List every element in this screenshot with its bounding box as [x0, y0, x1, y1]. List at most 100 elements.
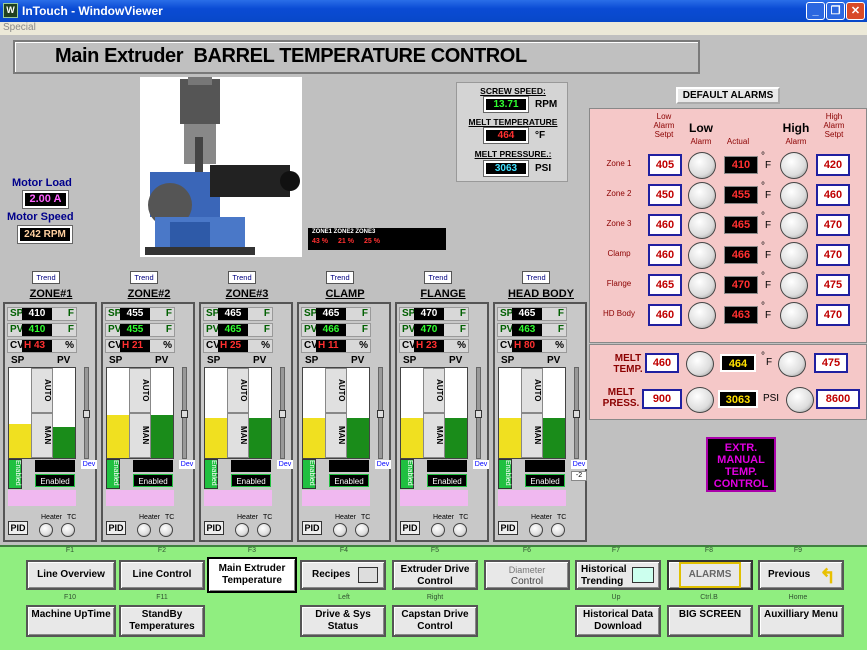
enabled-side-toggle[interactable]: Enabled — [204, 459, 218, 489]
pid-button[interactable]: PID — [204, 521, 224, 535]
auxilliary-menu-button[interactable]: Auxilliary Menu — [758, 605, 844, 637]
close-button[interactable]: ✕ — [846, 2, 865, 20]
low-alarm-light — [688, 152, 716, 179]
sp-value[interactable]: 465 — [316, 308, 346, 320]
recipes-button[interactable]: Recipes — [300, 560, 386, 590]
auto-button[interactable]: AUTO — [227, 368, 249, 413]
man-button[interactable]: MAN — [325, 413, 347, 458]
capstan-drive-control-button[interactable]: Capstan Drive Control — [392, 605, 478, 637]
extr-manual-temp-control-button[interactable]: EXTR. MANUAL TEMP. CONTROL — [706, 437, 776, 492]
pid-button[interactable]: PID — [302, 521, 322, 535]
enabled-status[interactable]: Enabled — [427, 474, 467, 487]
auto-button[interactable]: AUTO — [325, 368, 347, 413]
zone2-output: 21 % — [338, 238, 354, 245]
enabled-side-toggle[interactable]: Enabled — [106, 459, 120, 489]
enabled-status[interactable]: Enabled — [525, 474, 565, 487]
fkey-f7: F7 — [611, 547, 621, 554]
pid-button[interactable]: PID — [8, 521, 28, 535]
auto-button[interactable]: AUTO — [31, 368, 53, 413]
man-button[interactable]: MAN — [423, 413, 445, 458]
low-header: Low — [689, 121, 713, 135]
low-alarm-setpoint[interactable]: 405 — [648, 154, 682, 176]
low-alarm-setpoint[interactable]: 465 — [648, 274, 682, 296]
man-button[interactable]: MAN — [129, 413, 151, 458]
tc-label: TC — [557, 514, 567, 521]
sp-value[interactable]: 470 — [414, 308, 444, 320]
diameter-control-button[interactable]: Diameter Control — [484, 560, 570, 590]
low-alarm-setpoint[interactable]: 460 — [648, 244, 682, 266]
historical-data-download-button[interactable]: Historical Data Download — [575, 605, 661, 637]
maximize-button[interactable]: ❐ — [826, 2, 845, 20]
sp-value[interactable]: 410 — [22, 308, 52, 320]
output-slider[interactable] — [573, 367, 580, 459]
pid-button[interactable]: PID — [106, 521, 126, 535]
output-slider[interactable] — [475, 367, 482, 459]
trend-button[interactable]: Trend — [424, 271, 452, 284]
alarms-button[interactable]: ALARMS — [667, 560, 753, 590]
big-screen-button[interactable]: BIG SCREEN — [667, 605, 753, 637]
cv-unit: % — [555, 340, 564, 351]
high-alarm-setpoint[interactable]: 475 — [816, 274, 850, 296]
high-alarm-setpoint[interactable]: 420 — [816, 154, 850, 176]
pid-button[interactable]: PID — [400, 521, 420, 535]
low-alarm-setpoint[interactable]: 460 — [648, 304, 682, 326]
auto-button[interactable]: AUTO — [423, 368, 445, 413]
output-slider[interactable] — [181, 367, 188, 459]
auto-button[interactable]: AUTO — [521, 368, 543, 413]
man-button[interactable]: MAN — [521, 413, 543, 458]
sp-value[interactable]: 465 — [512, 308, 542, 320]
trend-button[interactable]: Trend — [228, 271, 256, 284]
alarm-strip — [204, 490, 272, 506]
menu-special[interactable]: Special — [3, 22, 36, 33]
melt-temp-low-setpt[interactable]: 460 — [645, 353, 679, 373]
enabled-side-toggle[interactable]: Enabled — [302, 459, 316, 489]
low-alarm-setpoint[interactable]: 460 — [648, 214, 682, 236]
trend-button[interactable]: Trend — [32, 271, 60, 284]
pid-button[interactable]: PID — [498, 521, 518, 535]
line-control-button[interactable]: Line Control — [119, 560, 205, 590]
high-alarm-setpoint[interactable]: 470 — [816, 214, 850, 236]
enabled-status[interactable]: Enabled — [231, 474, 271, 487]
trend-button[interactable]: Trend — [130, 271, 158, 284]
melt-press-low-alarm-light — [686, 387, 714, 413]
enabled-side-toggle[interactable]: Enabled — [400, 459, 414, 489]
sp-value[interactable]: 465 — [218, 308, 248, 320]
enabled-status[interactable]: Enabled — [329, 474, 369, 487]
low-alarm-setpoint[interactable]: 450 — [648, 184, 682, 206]
machine-uptime-button[interactable]: Machine UpTime — [26, 605, 116, 637]
high-alarm-setpoint[interactable]: 470 — [816, 244, 850, 266]
melt-temp-high-setpt[interactable]: 475 — [814, 353, 848, 373]
output-slider[interactable] — [279, 367, 286, 459]
enabled-status[interactable]: Enabled — [133, 474, 173, 487]
default-alarms-button[interactable]: DEFAULT ALARMS — [676, 87, 780, 104]
melt-press-low-setpt[interactable]: 900 — [642, 389, 682, 409]
output-slider[interactable] — [83, 367, 90, 459]
sp-unit: F — [165, 308, 172, 319]
cv-row: CV H 25% — [203, 339, 273, 353]
unit-f: F — [764, 250, 772, 261]
sp-bar — [107, 414, 129, 458]
enabled-side-toggle[interactable]: Enabled — [498, 459, 512, 489]
previous-button[interactable]: Previous ↰ — [758, 560, 844, 590]
historical-trending-button[interactable]: Historical Trending — [575, 560, 661, 590]
main-extruder-temperature-button[interactable]: Main Extruder Temperature — [207, 557, 297, 593]
high-alarm-setpoint[interactable]: 460 — [816, 184, 850, 206]
enabled-side-toggle[interactable]: Enabled — [8, 459, 22, 489]
trend-button[interactable]: Trend — [326, 271, 354, 284]
enabled-status[interactable]: Enabled — [35, 474, 75, 487]
sp-value[interactable]: 455 — [120, 308, 150, 320]
line-overview-button[interactable]: Line Overview — [26, 560, 116, 590]
man-button[interactable]: MAN — [227, 413, 249, 458]
extruder-drive-control-button[interactable]: Extruder Drive Control — [392, 560, 478, 590]
output-slider[interactable] — [377, 367, 384, 459]
auto-button[interactable]: AUTO — [129, 368, 151, 413]
man-button[interactable]: MAN — [31, 413, 53, 458]
drive-sys-status-button[interactable]: Drive & Sys Status — [300, 605, 386, 637]
minimize-button[interactable]: _ — [806, 2, 825, 20]
standby-temperatures-button[interactable]: StandBy Temperatures — [119, 605, 205, 637]
pv-unit: F — [361, 324, 368, 335]
trend-button[interactable]: Trend — [522, 271, 550, 284]
high-alarm-setpoint[interactable]: 470 — [816, 304, 850, 326]
heater-label: Heater — [335, 514, 357, 521]
melt-press-high-setpt[interactable]: 8600 — [816, 389, 860, 409]
